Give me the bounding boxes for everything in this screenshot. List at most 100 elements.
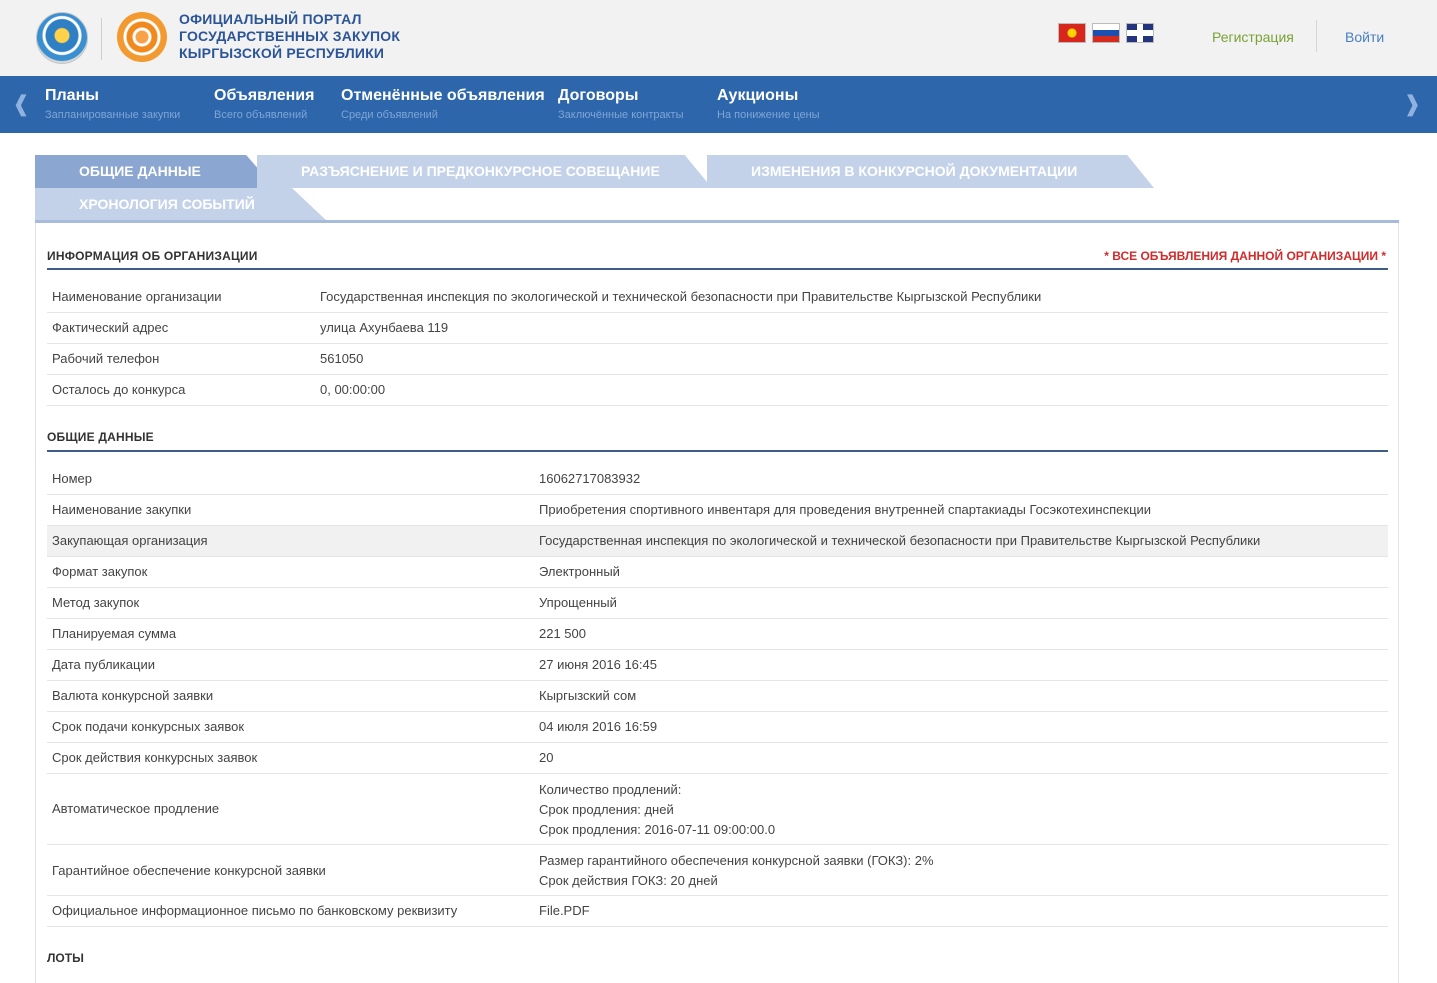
portal-logo-icon[interactable] [117,12,167,62]
table-row: Планируемая сумма 221 500 [47,619,1388,650]
table-row: Валюта конкурсной заявки Кыргызский сом [47,681,1388,712]
nav-item-subtitle: Запланированные закупки [45,109,181,121]
login-link[interactable]: Войти [1345,29,1384,45]
nav-item-contracts[interactable]: Договоры Заключённые контракты [558,86,684,121]
nav-item-plans[interactable]: Планы Запланированные закупки [45,86,180,121]
tab-general-data[interactable]: ОБЩИЕ ДАННЫЕ [35,155,275,188]
row-value: Количество продлений: Срок продления: дн… [539,780,775,840]
arrow-left-icon[interactable]: ❰ [12,90,30,118]
row-value: Упрощенный [539,595,617,610]
state-emblem-icon[interactable] [36,12,88,64]
nav-item-cancelled[interactable]: Отменённые объявления Среди объявлений [341,86,545,121]
table-row: Формат закупок Электронный [47,557,1388,588]
table-row: Автоматическое продление Количество прод… [47,774,1388,845]
nav-item-title: Планы [45,87,99,104]
uk-flag-icon[interactable] [1126,23,1154,43]
row-label: Формат закупок [52,564,148,579]
row-value-line: Срок продления: 2016-07-11 09:00:00.0 [539,822,776,837]
section-divider [47,268,1388,270]
row-value: 561050 [320,351,364,366]
row-value: Государственная инспекция по экологическ… [320,289,1042,304]
row-value-line: Срок продления: дней [539,802,674,817]
nav-item-subtitle: На понижение цены [717,109,820,121]
table-row: Гарантийное обеспечение конкурсной заявк… [47,845,1388,896]
tab-clarifications[interactable]: РАЗЪЯСНЕНИЕ И ПРЕДКОНКУРСНОЕ СОВЕЩАНИЕ [257,155,712,188]
row-value: 20 [539,750,554,765]
general-section-title: ОБЩИЕ ДАННЫЕ [47,430,154,444]
row-label: Срок подачи конкурсных заявок [52,719,245,734]
table-row: Осталось до конкурса 0, 00:00:00 [47,375,1388,406]
row-value-line: Срок действия ГОКЗ: 20 дней [539,873,718,888]
nav-item-title: Аукционы [717,87,799,104]
table-row: Срок действия конкурсных заявок 20 [47,743,1388,774]
arrow-right-icon[interactable]: ❱ [1403,90,1421,118]
nav-item-subtitle: Всего объявлений [214,109,308,121]
table-row: Наименование организации Государственная… [47,282,1388,313]
tab-events-chronology[interactable]: ХРОНОЛОГИЯ СОБЫТИЙ [35,188,327,221]
kyrgyzstan-flag-icon[interactable] [1058,23,1086,43]
row-label: Метод закупок [52,595,140,610]
row-value: 04 июля 2016 16:59 [539,719,658,734]
nav-item-subtitle: Заключённые контракты [558,109,684,121]
table-row: Официальное информационное письмо по бан… [47,896,1388,927]
row-label: Официальное информационное письмо по бан… [52,903,458,918]
row-label: Валюта конкурсной заявки [52,688,214,703]
table-row: Наименование закупки Приобретения спорти… [47,495,1388,526]
row-value: 221 500 [539,626,586,641]
row-label: Наименование закупки [52,502,192,517]
row-label: Осталось до конкурса [52,382,186,397]
nav-item-auctions[interactable]: Аукционы На понижение цены [717,86,820,121]
table-row: Рабочий телефон 561050 [47,344,1388,375]
nav-item-title: Договоры [558,87,639,104]
org-section-title: ИНФОРМАЦИЯ ОБ ОРГАНИЗАЦИИ [47,249,258,263]
lots-section-title: ЛОТЫ [47,951,84,965]
portal-title-line: ГОСУДАРСТВЕННЫХ ЗАКУПОК [179,28,401,44]
all-organization-ads-link[interactable]: * ВСЕ ОБЪЯВЛЕНИЯ ДАННОЙ ОРГАНИЗАЦИИ * [1104,249,1386,263]
main-nav: ❰ Планы Запланированные закупки Объявлен… [0,76,1437,133]
row-value: 16062717083932 [539,471,641,486]
portal-title-line: ОФИЦИАЛЬНЫЙ ПОРТАЛ [179,11,362,27]
row-value-line: Размер гарантийного обеспечения конкурсн… [539,853,934,868]
russia-flag-icon[interactable] [1092,23,1120,43]
nav-item-title: Отменённые объявления [341,87,545,104]
register-link[interactable]: Регистрация [1212,29,1294,45]
row-value: улица Ахунбаева 119 [320,320,449,335]
row-label: Наименование организации [52,289,222,304]
row-label: Номер [52,471,93,486]
row-label: Гарантийное обеспечение конкурсной заявк… [52,863,326,878]
table-row: Метод закупок Упрощенный [47,588,1388,619]
row-value: 27 июня 2016 16:45 [539,657,657,672]
header-link-divider [1316,20,1317,52]
table-row: Закупающая организация Государственная и… [47,526,1388,557]
row-label: Рабочий телефон [52,351,160,366]
nav-item-announcements[interactable]: Объявления Всего объявлений [214,86,314,121]
language-switcher [1058,23,1154,43]
row-label: Срок действия конкурсных заявок [52,750,258,765]
section-divider [47,450,1388,452]
tab-documentation-changes[interactable]: ИЗМЕНЕНИЯ В КОНКУРСНОЙ ДОКУМЕНТАЦИИ [707,155,1154,188]
file-pdf-link[interactable]: File.PDF [539,903,590,918]
row-value: Государственная инспекция по экологическ… [539,533,1261,548]
portal-title[interactable]: ОФИЦИАЛЬНЫЙ ПОРТАЛ ГОСУДАРСТВЕННЫХ ЗАКУП… [179,11,439,62]
table-row: Номер 16062717083932 [47,464,1388,495]
row-value: Приобретения спортивного инвентаря для п… [539,502,1152,517]
row-label: Закупающая организация [52,533,208,548]
nav-item-title: Объявления [214,87,315,104]
nav-item-subtitle: Среди объявлений [341,109,438,121]
table-row: Срок подачи конкурсных заявок 04 июля 20… [47,712,1388,743]
row-label: Фактический адрес [52,320,169,335]
header-divider [101,18,102,60]
row-label: Дата публикации [52,657,155,672]
row-value: Электронный [539,564,620,579]
row-value: Кыргызский сом [539,688,637,703]
site-header: ОФИЦИАЛЬНЫЙ ПОРТАЛ ГОСУДАРСТВЕННЫХ ЗАКУП… [0,0,1437,76]
table-row: Дата публикации 27 июня 2016 16:45 [47,650,1388,681]
portal-title-line: КЫРГЫЗСКОЙ РЕСПУБЛИКИ [179,45,385,61]
row-value: Размер гарантийного обеспечения конкурсн… [539,851,934,891]
content-panel: ИНФОРМАЦИЯ ОБ ОРГАНИЗАЦИИ * ВСЕ ОБЪЯВЛЕН… [35,223,1399,983]
row-label: Планируемая сумма [52,626,177,641]
table-row: Фактический адрес улица Ахунбаева 119 [47,313,1388,344]
row-label: Автоматическое продление [52,801,220,816]
row-value: 0, 00:00:00 [320,382,386,397]
row-value-line: Количество продлений: [539,782,682,797]
